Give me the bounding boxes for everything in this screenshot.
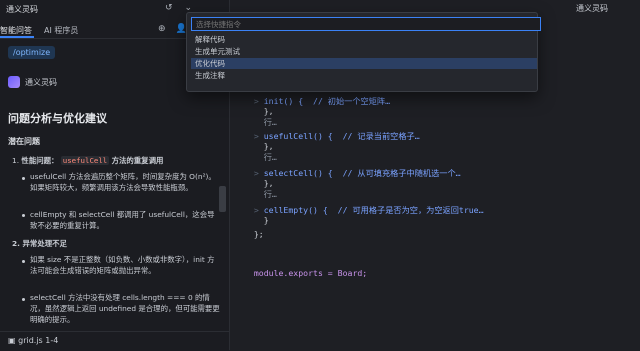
code-text: },	[263, 106, 274, 116]
code-text: selectCell() { // 从可填充格子中随机选一个…	[263, 168, 461, 178]
assistant-logo-icon	[8, 76, 20, 88]
tab-chat[interactable]: 智能问答	[0, 25, 32, 36]
quick-pick-popup: 解释代码 生成单元测试 优化代码 生成注释	[186, 12, 541, 92]
window-title: 通义灵码	[576, 4, 608, 13]
quick-pick-item-comments[interactable]: 生成注释	[191, 70, 537, 81]
assistant-name: 通义灵码	[25, 77, 57, 87]
window-titlebar: 通义灵码	[230, 0, 640, 13]
code-line: },	[244, 141, 274, 151]
add-icon[interactable]: ⊕	[158, 24, 166, 34]
code-text: }	[263, 215, 269, 225]
point-1-code: usefulCell	[60, 156, 110, 165]
code-text: 行…	[263, 117, 277, 127]
point-2-bullet-2: selectCell 方法中没有处理 cells.length === 0 的情…	[30, 293, 220, 324]
answer-heading: 问题分析与优化建议	[8, 112, 107, 125]
answer-subheading: 潜在问题	[8, 137, 40, 146]
code-line: 行…	[244, 188, 277, 200]
code-line: > selectCell() { // 从可填充格子中随机选一个…	[244, 168, 461, 178]
code-gutter: >	[244, 96, 264, 106]
point-1-prefix: 性能问题：	[21, 156, 59, 165]
code-text: };	[253, 229, 264, 239]
status-bar: ▣ grid.js 1-4	[0, 331, 229, 351]
status-file-label: grid.js 1-4	[18, 336, 59, 345]
chat-scrollbar[interactable]	[219, 186, 226, 212]
code-text: 行…	[263, 189, 277, 199]
code-line: },	[244, 178, 274, 188]
point-1-suffix: 方法的重复调用	[111, 156, 164, 165]
code-text: },	[263, 178, 274, 188]
quick-pick-item-unit-test[interactable]: 生成单元测试	[191, 46, 537, 57]
code-text: 行…	[263, 152, 277, 162]
tab-actions: ⊕ 👤	[158, 24, 187, 34]
code-text: init() { // 初始一个空矩阵…	[263, 96, 391, 106]
code-line: 行…	[244, 116, 277, 128]
code-line: };	[244, 229, 264, 239]
bullet	[22, 298, 25, 301]
status-file[interactable]: ▣ grid.js 1-4	[8, 336, 58, 345]
bullet	[22, 177, 25, 180]
code-line: module.exports = Board;	[244, 268, 367, 278]
panel-title: 通义灵码	[6, 5, 38, 14]
file-icon: ▣	[8, 336, 16, 345]
code-line: 行…	[244, 151, 277, 163]
history-icon[interactable]: ↺	[165, 3, 173, 13]
point-2-title: 2. 异常处理不足	[12, 238, 222, 249]
code-text: },	[263, 141, 274, 151]
point-1-title: 1. 性能问题： usefulCell 方法的重复调用	[12, 155, 222, 166]
code-line: }	[244, 215, 269, 225]
tab-active-underline	[0, 36, 34, 38]
point-2-title-text: 异常处理不足	[22, 239, 67, 248]
assistant-header: 通义灵码	[8, 76, 57, 88]
point-2-bullet-1: 如果 size 不是正整数（如负数、小数或非数字），init 方法可能会生成错误…	[30, 255, 215, 275]
point-1-bullet-1: usefulCell 方法会遍历整个矩阵，时间复杂度为 O(n²)。如果矩阵较大…	[30, 172, 216, 192]
quick-pick-item-explain[interactable]: 解释代码	[191, 34, 537, 45]
quick-pick-input[interactable]	[191, 17, 541, 31]
point-1-num: 1.	[12, 156, 20, 165]
point-1-bullet-2: cellEmpty 和 selectCell 都调用了 usefulCell，这…	[30, 210, 215, 230]
code-line: > cellEmpty() { // 可用格子是否为空，为空返回true…	[244, 205, 484, 215]
code-text: module.exports = Board;	[253, 268, 368, 278]
code-text: usefulCell() { // 记录当前空格子…	[263, 131, 420, 141]
code-line: },	[244, 106, 274, 116]
command-pill: /optimize	[8, 46, 56, 59]
bullet	[22, 214, 25, 217]
point-2-num: 2.	[12, 239, 20, 248]
tab-ai-programmer[interactable]: AI 程序员	[44, 25, 78, 36]
bullet	[22, 260, 25, 263]
quick-pick-item-optimize[interactable]: 优化代码	[191, 58, 537, 69]
code-text: cellEmpty() { // 可用格子是否为空，为空返回true…	[263, 205, 484, 215]
